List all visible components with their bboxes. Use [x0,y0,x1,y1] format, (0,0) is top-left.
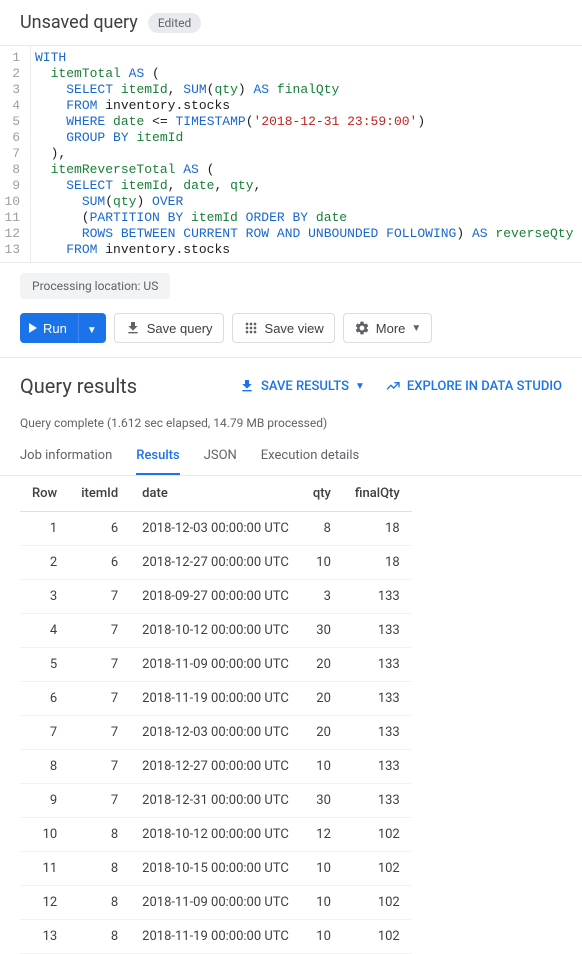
col-qty: qty [301,476,343,512]
table-row: 1082018-10-12 00:00:00 UTC12102 [20,818,412,852]
sql-editor[interactable]: 12345678910111213 WITH itemTotal AS ( SE… [0,46,582,263]
explore-button[interactable]: EXPLORE IN DATA STUDIO [385,378,562,394]
table-row: 572018-11-09 00:00:00 UTC20133 [20,648,412,682]
table-header-row: RowitemIddateqtyfinalQty [20,476,412,512]
run-dropdown[interactable]: ▼ [78,313,106,343]
tab-results[interactable]: Results [136,438,179,475]
tab-json[interactable]: JSON [204,438,237,475]
chevron-down-icon: ▼ [355,381,365,392]
table-row: 262018-12-27 00:00:00 UTC1018 [20,546,412,580]
query-status: Query complete (1.612 sec elapsed, 14.79… [0,408,582,438]
chevron-down-icon: ▼ [411,323,421,334]
table-row: 872018-12-27 00:00:00 UTC10133 [20,750,412,784]
results-title: Query results [20,374,219,398]
results-table: RowitemIddateqtyfinalQty 162018-12-03 00… [20,476,412,954]
save-query-button[interactable]: Save query [114,313,224,343]
action-bar: Run ▼ Save query Save view More ▼ [0,309,582,358]
table-row: 472018-10-12 00:00:00 UTC30133 [20,614,412,648]
col-row: Row [20,476,69,512]
save-view-button[interactable]: Save view [232,313,335,343]
table-row: 672018-11-19 00:00:00 UTC20133 [20,682,412,716]
grid-icon [243,320,259,336]
code-area[interactable]: WITH itemTotal AS ( SELECT itemId, SUM(q… [30,46,582,262]
results-tabs: Job information Results JSON Execution deta… [0,438,582,476]
table-row: 1182018-10-15 00:00:00 UTC10102 [20,852,412,886]
download-icon [125,320,141,336]
line-numbers: 12345678910111213 [0,46,30,262]
chart-icon [385,378,401,394]
save-view-label: Save view [265,321,324,336]
table-row: 162018-12-03 00:00:00 UTC818 [20,512,412,546]
play-icon [29,323,37,333]
query-title: Unsaved query [20,12,138,33]
table-row: 972018-12-31 00:00:00 UTC30133 [20,784,412,818]
more-label: More [376,321,406,336]
tab-job-information[interactable]: Job information [20,438,112,475]
edited-badge: Edited [148,13,201,33]
save-results-button[interactable]: SAVE RESULTS ▼ [239,378,365,394]
col-finalqty: finalQty [343,476,412,512]
col-date: date [130,476,301,512]
processing-row: Processing location: US [0,263,582,309]
download-icon [239,378,255,394]
gear-icon [354,320,370,336]
save-results-label: SAVE RESULTS [261,379,349,394]
explore-label: EXPLORE IN DATA STUDIO [407,379,562,394]
query-header: Unsaved query Edited [0,0,582,46]
run-button[interactable]: Run [20,313,78,343]
table-row: 1382018-11-19 00:00:00 UTC10102 [20,920,412,954]
col-itemid: itemId [69,476,130,512]
save-query-label: Save query [147,321,213,336]
run-label: Run [43,321,67,336]
tab-execution-details[interactable]: Execution details [261,438,359,475]
table-row: 772018-12-03 00:00:00 UTC20133 [20,716,412,750]
table-row: 372018-09-27 00:00:00 UTC3133 [20,580,412,614]
table-body: 162018-12-03 00:00:00 UTC818262018-12-27… [20,512,412,954]
results-header: Query results SAVE RESULTS ▼ EXPLORE IN … [0,358,582,408]
more-button[interactable]: More ▼ [343,313,433,343]
table-row: 1282018-11-09 00:00:00 UTC10102 [20,886,412,920]
processing-location-chip: Processing location: US [20,273,170,299]
